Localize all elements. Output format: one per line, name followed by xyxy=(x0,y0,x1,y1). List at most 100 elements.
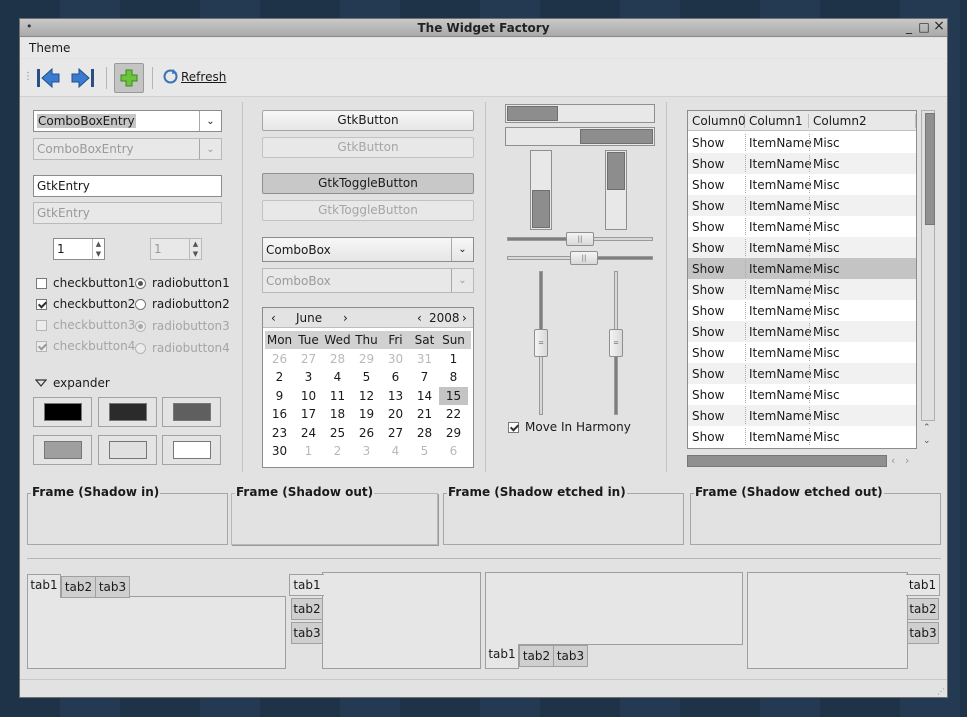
color-swatch-5[interactable] xyxy=(98,435,157,465)
scroll-right-icon[interactable]: › xyxy=(905,454,909,467)
scrollbar-thumb[interactable] xyxy=(687,455,887,467)
expander-arrow-icon[interactable] xyxy=(35,379,47,387)
notebook-top-tab1[interactable]: tab1 xyxy=(27,574,61,598)
notebook-top-tab2[interactable]: tab2 xyxy=(61,576,96,598)
checkbox-icon[interactable] xyxy=(36,277,47,289)
tree-view[interactable]: Column0 Column1 Column2 Show ItemName Misc… xyxy=(687,110,917,449)
calendar-day[interactable]: 25 xyxy=(323,424,352,443)
color-swatch-6[interactable] xyxy=(162,435,221,465)
calendar-day[interactable]: 2 xyxy=(323,442,352,461)
calendar-day[interactable]: 9 xyxy=(265,387,294,406)
checkbutton-1[interactable]: checkbutton1 xyxy=(36,276,135,290)
title-bar[interactable]: • The Widget Factory _ □ × xyxy=(20,18,947,37)
scroll-up-icon[interactable]: ⌃ xyxy=(923,423,931,433)
calendar-day[interactable]: 26 xyxy=(265,350,294,369)
gtk-toggle-button[interactable]: GtkToggleButton xyxy=(262,173,474,194)
spin-button[interactable]: 1 ▲ ▼ xyxy=(53,238,105,260)
color-swatch-1[interactable] xyxy=(33,397,92,427)
calendar-day[interactable]: 17 xyxy=(294,405,323,424)
vertical-scale-1[interactable]: = xyxy=(534,271,548,415)
radiobutton-1[interactable]: radiobutton1 xyxy=(135,276,230,290)
calendar-day[interactable]: 30 xyxy=(381,350,410,369)
chevron-down-icon[interactable]: ⌄ xyxy=(451,238,473,261)
radio-icon[interactable] xyxy=(135,298,146,310)
forward-button[interactable] xyxy=(68,63,98,93)
calendar-day[interactable]: 20 xyxy=(381,405,410,424)
add-button[interactable] xyxy=(114,63,144,93)
table-row[interactable]: Show ItemName Misc xyxy=(688,153,916,174)
close-button[interactable]: × xyxy=(932,18,946,34)
calendar-day[interactable]: 24 xyxy=(294,424,323,443)
checkbutton-2[interactable]: checkbutton2 xyxy=(36,297,135,311)
scale-handle-icon[interactable]: = xyxy=(609,329,623,357)
calendar-day[interactable]: 6 xyxy=(381,368,410,387)
horizontal-scale-1[interactable]: || xyxy=(507,232,653,246)
gtk-button[interactable]: GtkButton xyxy=(262,110,474,131)
prev-year-icon[interactable]: ‹ xyxy=(417,311,422,325)
table-row[interactable]: Show ItemName Misc xyxy=(688,195,916,216)
calendar[interactable]: ‹ June › ‹ 2008 › Mon Tue Wed Thu Fri Sa… xyxy=(262,307,474,468)
checkbox-checked-icon[interactable] xyxy=(508,421,519,433)
table-row[interactable]: Show ItemName Misc xyxy=(688,216,916,237)
notebook-left-tab3[interactable]: tab3 xyxy=(291,622,323,644)
column-header-1[interactable]: Column1 xyxy=(745,114,809,128)
scrollbar-thumb[interactable] xyxy=(925,113,935,225)
scroll-down-icon[interactable]: ⌄ xyxy=(923,436,931,446)
table-row[interactable]: Show ItemName Misc xyxy=(688,321,916,342)
calendar-day[interactable]: 4 xyxy=(381,442,410,461)
calendar-day[interactable]: 3 xyxy=(294,368,323,387)
calendar-day[interactable]: 5 xyxy=(410,442,439,461)
notebook-top-tab3[interactable]: tab3 xyxy=(95,576,130,598)
maximize-button[interactable]: □ xyxy=(917,20,931,34)
scale-handle-icon[interactable]: || xyxy=(566,232,594,246)
calendar-day[interactable]: 8 xyxy=(439,368,468,387)
combo-box[interactable]: ComboBox ⌄ xyxy=(262,237,474,262)
next-month-icon[interactable]: › xyxy=(343,311,348,325)
calendar-day[interactable]: 23 xyxy=(265,424,294,443)
calendar-day[interactable]: 7 xyxy=(410,368,439,387)
calendar-day[interactable]: 6 xyxy=(439,442,468,461)
column-header-0[interactable]: Column0 xyxy=(688,114,746,128)
calendar-day[interactable]: 14 xyxy=(410,387,439,406)
table-row[interactable]: Show ItemName Misc xyxy=(688,174,916,195)
color-swatch-4[interactable] xyxy=(33,435,92,465)
table-row[interactable]: Show ItemName Misc xyxy=(688,363,916,384)
notebook-bottom-tab1[interactable]: tab1 xyxy=(485,644,519,669)
scale-handle-icon[interactable]: = xyxy=(534,329,548,357)
calendar-day[interactable]: 30 xyxy=(265,442,294,461)
calendar-day[interactable]: 28 xyxy=(323,350,352,369)
notebook-left-tab2[interactable]: tab2 xyxy=(291,598,323,620)
horizontal-scale-2[interactable]: || xyxy=(507,251,653,265)
calendar-day-selected[interactable]: 15 xyxy=(439,386,468,405)
table-row[interactable]: Show ItemName Misc xyxy=(688,426,916,447)
radio-selected-icon[interactable] xyxy=(135,277,146,289)
toolbar-grip-icon[interactable]: ⋮ xyxy=(23,71,33,82)
calendar-day[interactable]: 10 xyxy=(294,387,323,406)
calendar-day[interactable]: 29 xyxy=(439,424,468,443)
calendar-day[interactable]: 22 xyxy=(439,405,468,424)
calendar-day[interactable]: 3 xyxy=(352,442,381,461)
table-row[interactable]: Show ItemName Misc xyxy=(688,237,916,258)
table-row[interactable]: Show ItemName Misc xyxy=(688,258,916,279)
menu-theme[interactable]: Theme xyxy=(29,41,70,55)
minimize-button[interactable]: _ xyxy=(902,20,916,34)
calendar-day[interactable]: 18 xyxy=(323,405,352,424)
table-row[interactable]: Show ItemName Misc xyxy=(688,300,916,321)
table-row[interactable]: Show ItemName Misc xyxy=(688,342,916,363)
calendar-day[interactable]: 4 xyxy=(323,368,352,387)
notebook-right-tab2[interactable]: tab2 xyxy=(907,598,939,620)
checkbox-checked-icon[interactable] xyxy=(36,298,47,310)
notebook-bottom-tab3[interactable]: tab3 xyxy=(553,645,588,667)
calendar-day[interactable]: 13 xyxy=(381,387,410,406)
notebook-right-tab3[interactable]: tab3 xyxy=(907,622,939,644)
scale-handle-icon[interactable]: || xyxy=(570,251,598,265)
table-row[interactable]: Show ItemName Misc xyxy=(688,279,916,300)
calendar-day[interactable]: 21 xyxy=(410,405,439,424)
refresh-button[interactable]: Refresh xyxy=(163,69,226,84)
move-in-harmony-check[interactable]: Move In Harmony xyxy=(508,420,631,434)
calendar-day[interactable]: 1 xyxy=(294,442,323,461)
tree-horizontal-scrollbar[interactable]: ‹ › xyxy=(687,453,917,469)
back-button[interactable] xyxy=(33,63,63,93)
calendar-day[interactable]: 27 xyxy=(294,350,323,369)
radiobutton-2[interactable]: radiobutton2 xyxy=(135,297,230,311)
